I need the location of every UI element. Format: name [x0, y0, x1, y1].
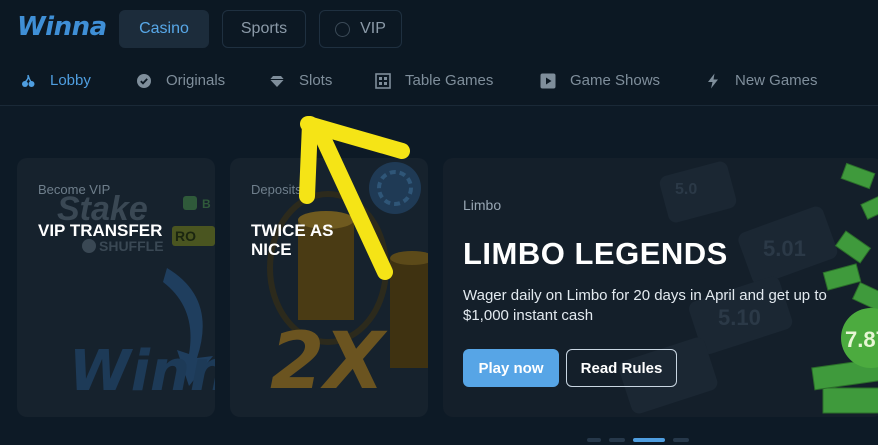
two-x-badge: 2X — [270, 317, 388, 407]
nav-item-originals-label: Originals — [166, 72, 226, 89]
badge-check-icon — [136, 73, 152, 89]
carousel-pagination — [587, 438, 697, 442]
promo-category: Become VIP — [38, 182, 111, 197]
promo-card-limbo-legends[interactable]: 5.0 5.01 5.10 7.87 Limbo LIMBO LEGENDS W… — [443, 158, 878, 417]
tab-casino[interactable]: Casino — [119, 10, 209, 48]
promo-title: LIMBO LEGENDS — [463, 236, 728, 271]
multiplier-tile: 5.0 — [675, 181, 697, 198]
promo-title: TWICE AS NICE — [251, 221, 334, 259]
cherries-icon — [20, 73, 36, 89]
tab-sports-label: Sports — [240, 20, 288, 37]
carousel-dot[interactable] — [673, 438, 689, 442]
nav-item-slots-label: Slots — [299, 72, 333, 89]
tab-vip-label: VIP — [360, 20, 386, 37]
shuffle-logo: SHUFFLE — [99, 238, 164, 254]
promo-category: Deposits — [251, 182, 302, 197]
carousel-dot[interactable] — [609, 438, 625, 442]
carousel-dot[interactable] — [587, 438, 601, 442]
play-now-button[interactable]: Play now — [463, 349, 559, 387]
nav-item-lobby[interactable]: Lobby — [20, 72, 91, 89]
nav-item-slots[interactable]: Slots — [269, 72, 332, 89]
lightning-icon — [705, 73, 721, 89]
nav-item-game-shows[interactable]: Game Shows — [540, 72, 660, 89]
grid-icon — [375, 72, 391, 89]
b-logo: B — [202, 197, 211, 211]
gem-icon — [269, 73, 285, 89]
play-icon — [540, 73, 556, 89]
promo-description: Wager daily on Limbo for 20 days in Apri… — [463, 287, 827, 324]
promo-card-twice-as-nice[interactable]: 2X Deposits TWICE AS NICE — [230, 158, 428, 417]
nav-item-new-games-label: New Games — [735, 72, 818, 89]
vip-icon — [335, 21, 351, 37]
nav-item-game-shows-label: Game Shows — [570, 72, 661, 89]
top-bar: Winna Casino Sports VIP — [0, 0, 878, 58]
tab-sports[interactable]: Sports — [222, 10, 306, 48]
nav-item-new-games[interactable]: New Games — [705, 72, 818, 89]
read-rules-button[interactable]: Read Rules — [566, 349, 677, 387]
promo-card-vip-transfer[interactable]: Stake SHUFFLE B RO Winna Become VIP VIP … — [17, 158, 215, 417]
category-nav: Lobby Originals Slots Table Games Game S… — [0, 58, 878, 106]
tab-vip[interactable]: VIP — [319, 10, 402, 48]
tab-casino-label: Casino — [139, 20, 189, 37]
promo-category: Limbo — [463, 197, 502, 213]
winna-watermark: Winna — [69, 339, 215, 404]
winna-logo[interactable]: Winna — [17, 12, 107, 42]
multiplier-coin: 7.87 — [845, 327, 878, 352]
nav-item-originals[interactable]: Originals — [136, 72, 225, 89]
nav-item-lobby-label: Lobby — [50, 72, 91, 89]
multiplier-tile: 5.01 — [763, 236, 806, 261]
nav-item-table-games[interactable]: Table Games — [375, 72, 493, 89]
nav-item-table-games-label: Table Games — [405, 72, 494, 89]
carousel-dot-active[interactable] — [633, 438, 665, 442]
promo-title: VIP TRANSFER — [38, 221, 163, 240]
